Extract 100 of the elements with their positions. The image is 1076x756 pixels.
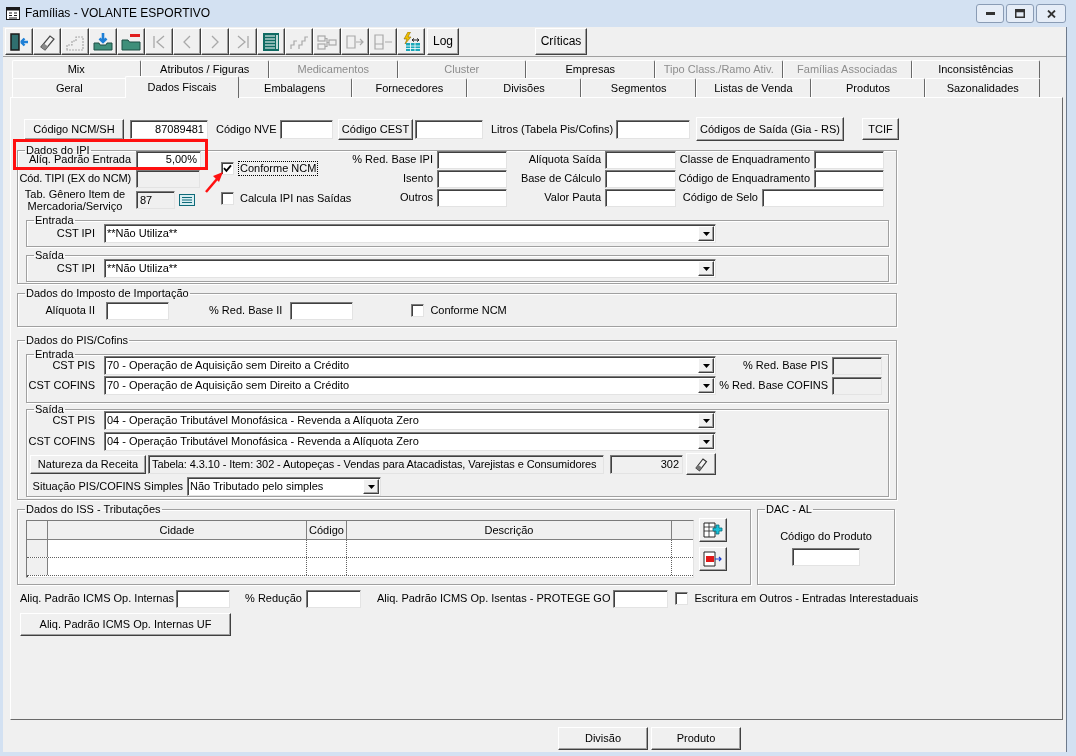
row-indicator[interactable]: [27, 540, 48, 557]
lightning-table-icon: [401, 31, 421, 52]
field-label: % Red. Base IPI: [351, 153, 433, 166]
reducao-field[interactable]: [305, 589, 361, 608]
field-label: CST IPI: [55, 227, 95, 240]
tab[interactable]: Produtos: [810, 78, 926, 97]
tab[interactable]: Geral: [12, 78, 127, 97]
tab[interactable]: Listas de Venda: [696, 78, 811, 97]
toolbar-button[interactable]: [257, 28, 285, 55]
form-window-icon: [6, 7, 20, 20]
tab[interactable]: Divisões: [466, 78, 582, 97]
field-label: % Red. Base II: [209, 304, 283, 317]
ncm-field[interactable]: 87089481: [130, 119, 208, 139]
toolbar-button[interactable]: [5, 28, 33, 55]
tcif-button[interactable]: TCIF: [862, 118, 899, 140]
list-icon: [179, 194, 195, 206]
tab[interactable]: Inconsistências: [911, 60, 1040, 78]
criticas-button[interactable]: Críticas: [535, 28, 588, 55]
add-row-button[interactable]: [699, 518, 727, 542]
group-title: Dados do PIS/Cofins: [25, 334, 130, 347]
natureza-button[interactable]: Natureza da Receita: [30, 454, 146, 474]
ipi-value-field[interactable]: [605, 169, 676, 188]
escritura-checkbox[interactable]: Escritura em Outros - Entradas Interestaduais: [675, 591, 921, 606]
aliq-entrada-field[interactable]: 5,00%: [136, 150, 201, 169]
cst-select[interactable]: 04 - Operação Tributável Monofásica - Revenda a Alíquota Zero: [104, 411, 716, 430]
cst-select[interactable]: 04 - Operação Tributável Monofásica - Revenda a Alíquota Zero: [104, 432, 716, 451]
field-label: % Red. Base PIS: [742, 359, 828, 372]
ipi-value-field[interactable]: [814, 150, 884, 169]
window-title: Famílias - VOLANTE ESPORTIVO: [25, 7, 211, 20]
close-button[interactable]: [1036, 4, 1066, 23]
toolbar-button[interactable]: [117, 28, 145, 55]
tab[interactable]: Empresas: [526, 60, 655, 78]
column-header[interactable]: Cidade: [48, 521, 307, 540]
icms-uf-button[interactable]: Aliq. Padrão ICMS Op. Internas UF: [20, 613, 231, 636]
ncm-button[interactable]: Código NCM/SH: [24, 118, 124, 140]
aliquota-ii-field[interactable]: [106, 301, 169, 320]
cst-select[interactable]: 70 - Operação de Aquisição sem Direito a Crédito: [104, 356, 716, 375]
field-label: CST PIS: [51, 359, 95, 372]
footer-button[interactable]: Produto: [651, 727, 741, 750]
cst-select[interactable]: 70 - Operação de Aquisição sem Direito a Crédito: [104, 376, 716, 395]
simples-select[interactable]: Não Tributado pelo simples: [187, 477, 381, 496]
minimize-icon: [985, 12, 995, 15]
minimize-button[interactable]: [976, 4, 1004, 23]
caret-down-icon: [698, 226, 714, 241]
caret-down-icon: [698, 378, 714, 393]
tab[interactable]: Fornecedores: [352, 78, 467, 97]
ipi-value-field[interactable]: [814, 169, 884, 188]
clear-button[interactable]: [686, 453, 716, 475]
group-title: DAC - AL: [765, 503, 813, 516]
caret-down-icon: [698, 413, 714, 428]
group-title: Saída: [34, 403, 65, 416]
group-title: Dados do ISS - Tributações: [25, 503, 162, 516]
cest-button[interactable]: Código CEST: [338, 118, 413, 140]
tab[interactable]: Embalagens: [237, 78, 352, 97]
codigo-produto-field[interactable]: [792, 548, 860, 566]
restore-button[interactable]: [1006, 4, 1034, 23]
tab[interactable]: Dados Fiscais: [124, 76, 240, 98]
row-indicator[interactable]: [27, 558, 48, 575]
field-label: Alíquota Saída: [527, 153, 601, 166]
caret-down-icon: [698, 261, 714, 276]
field-label: Valor Pauta: [543, 191, 601, 204]
ipi-value-field[interactable]: [437, 169, 507, 188]
icms-internas-field[interactable]: [176, 589, 231, 608]
tab[interactable]: Segmentos: [581, 78, 697, 97]
gia-button[interactable]: Códigos de Saída (Gia - RS): [696, 117, 844, 141]
field-label: CST IPI: [55, 262, 95, 275]
toolbar-button[interactable]: [33, 28, 61, 55]
field-label: Tab. Gênero Item de Mercadoria/Serviço: [23, 188, 127, 212]
remove-row-button[interactable]: [699, 547, 727, 571]
ipi-value-field[interactable]: [605, 188, 676, 207]
tab[interactable]: Sazonalidades: [925, 78, 1041, 97]
table-plus-icon: [703, 521, 723, 539]
tab[interactable]: Atributos / Figuras: [140, 60, 269, 78]
column-header[interactable]: Descrição: [347, 521, 672, 540]
tab[interactable]: Mix: [12, 60, 141, 78]
column-header[interactable]: Código: [307, 521, 347, 540]
ipi-value-field[interactable]: [762, 188, 884, 207]
field-label: % Redução: [245, 592, 302, 605]
field-label: Código do Produto: [780, 530, 872, 543]
folder-minus-icon: [121, 31, 141, 52]
field-label: Alíquota II: [44, 304, 95, 317]
annotation-arrow-icon: [204, 171, 224, 193]
icms-isentas-field[interactable]: [613, 589, 669, 608]
group-title: Entrada: [34, 214, 75, 227]
toolbar-button[interactable]: [89, 28, 117, 55]
ipi-checkbox[interactable]: Calcula IPI nas Saídas: [221, 190, 354, 206]
cest-field[interactable]: [415, 119, 483, 139]
ipi-value-field[interactable]: [437, 188, 507, 207]
cst-ipi-select[interactable]: **Não Utiliza**: [104, 259, 716, 278]
toolbar-text-button[interactable]: Log: [427, 28, 460, 55]
cst-ipi-select[interactable]: **Não Utiliza**: [104, 224, 716, 243]
import-conforme-checkbox[interactable]: Conforme NCM: [411, 303, 509, 318]
litros-field[interactable]: [616, 119, 690, 139]
footer-button[interactable]: Divisão: [558, 727, 648, 750]
field-label: CST COFINS: [27, 379, 95, 392]
toolbar-button[interactable]: [397, 28, 425, 55]
nve-field[interactable]: [280, 119, 333, 139]
ipi-value-field[interactable]: [605, 150, 676, 169]
reduction-base-ii-field[interactable]: [290, 301, 354, 320]
ipi-value-field[interactable]: [437, 150, 507, 169]
